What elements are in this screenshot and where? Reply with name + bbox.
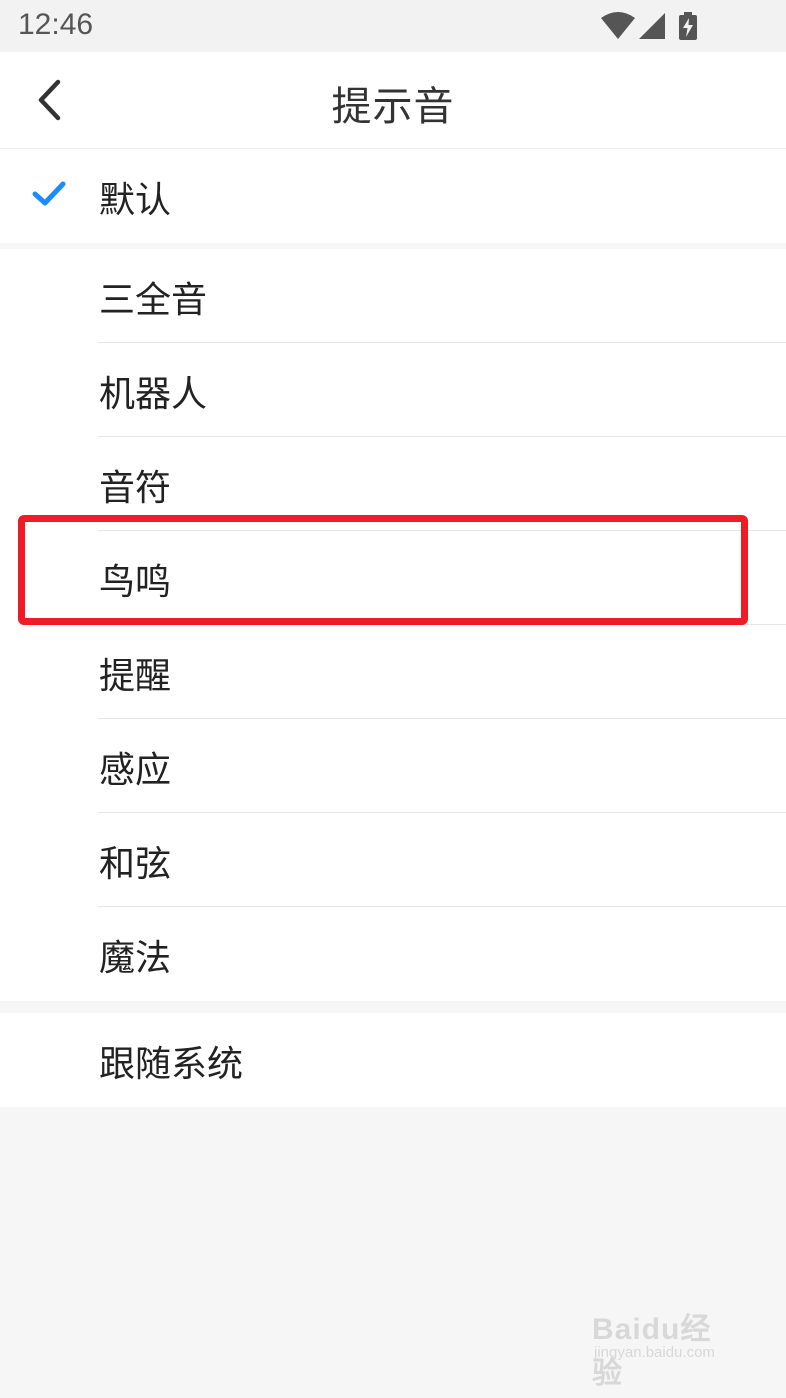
selected-sound-group: 默认 [0,149,786,243]
sound-option-robot[interactable]: 机器人 [0,343,786,437]
sound-option-chord[interactable]: 和弦 [0,813,786,907]
sound-option-sensing[interactable]: 感应 [0,719,786,813]
battery-charging-icon [679,12,697,40]
sound-option-label: 鸟鸣 [99,562,172,603]
baidu-watermark: Baidu经验 jingyan.baidu.com [592,1304,742,1390]
system-sound-group: 跟随系统 [0,1013,786,1107]
title-bar: 提示音 [0,52,786,149]
sound-option-label: 跟随系统 [99,1044,244,1085]
sound-option-label: 音符 [99,468,172,509]
cell-signal-icon [639,13,665,39]
sound-option-label: 提醒 [99,656,172,697]
status-bar: 12:46 [0,0,786,52]
wifi-icon [601,12,635,39]
sound-option-label: 和弦 [99,844,172,885]
sound-option-label: 魔法 [99,938,172,979]
sound-option-birdsong[interactable]: 鸟鸣 [0,531,786,625]
sound-option-default[interactable]: 默认 [0,149,786,243]
check-icon [32,181,66,206]
sound-list: 三全音 机器人 音符 鸟鸣 提醒 感应 和弦 魔法 [0,249,786,1001]
status-time: 12:46 [18,8,94,41]
sound-option-label: 机器人 [99,374,208,415]
sound-option-label: 感应 [99,750,172,791]
watermark-url: jingyan.baidu.com [594,1344,715,1361]
sound-option-magic[interactable]: 魔法 [0,907,786,1001]
page-title: 提示音 [331,84,455,130]
sound-option-label: 三全音 [99,280,208,321]
sound-option-label: 默认 [99,180,172,221]
sound-option-reminder[interactable]: 提醒 [0,625,786,719]
sound-option-follow-system[interactable]: 跟随系统 [0,1013,786,1107]
sound-option-note[interactable]: 音符 [0,437,786,531]
sound-option-sanquanyin[interactable]: 三全音 [0,249,786,343]
